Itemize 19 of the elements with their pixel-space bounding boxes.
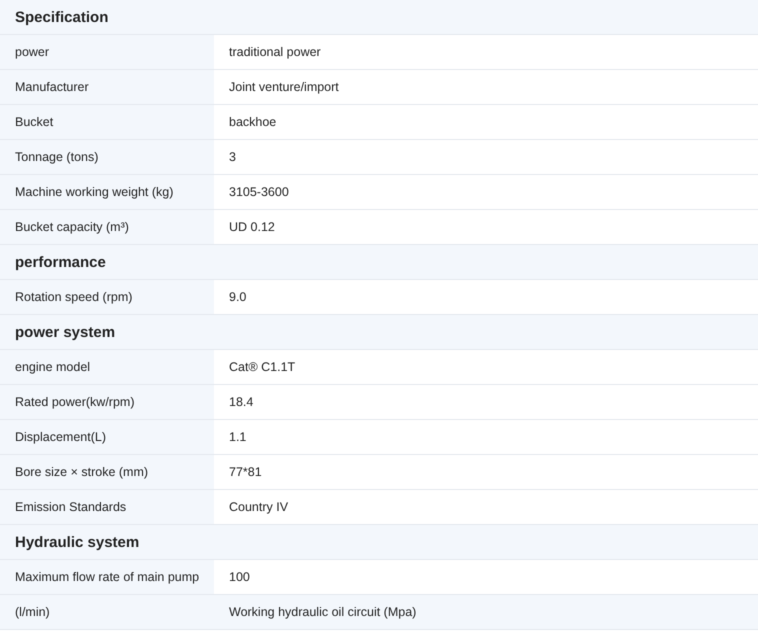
spec-label: Emission Standards (0, 490, 214, 524)
spec-label: engine model (0, 350, 214, 384)
spec-label: Machine working weight (kg) (0, 175, 214, 209)
section-heading: Specification (0, 0, 758, 35)
spec-label: Manufacturer (0, 70, 214, 104)
section-heading: power system (0, 315, 758, 350)
spec-label: Maximum flow rate of main pump (0, 560, 214, 594)
section-heading: performance (0, 245, 758, 280)
spec-label: Rated power(kw/rpm) (0, 385, 214, 419)
spec-label: (l/min) (0, 595, 214, 629)
spec-label: Bucket capacity (m³) (0, 210, 214, 244)
spec-label: Rotation speed (rpm) (0, 280, 214, 314)
spec-label: power (0, 35, 214, 69)
section-heading: Hydraulic system (0, 525, 758, 560)
spec-value: Working hydraulic oil circuit (Mpa) (214, 595, 758, 629)
spec-label: Displacement(L) (0, 420, 214, 454)
spec-label: Tonnage (tons) (0, 140, 214, 174)
spec-label: Bucket (0, 105, 214, 139)
spec-label: Bore size × stroke (mm) (0, 455, 214, 489)
